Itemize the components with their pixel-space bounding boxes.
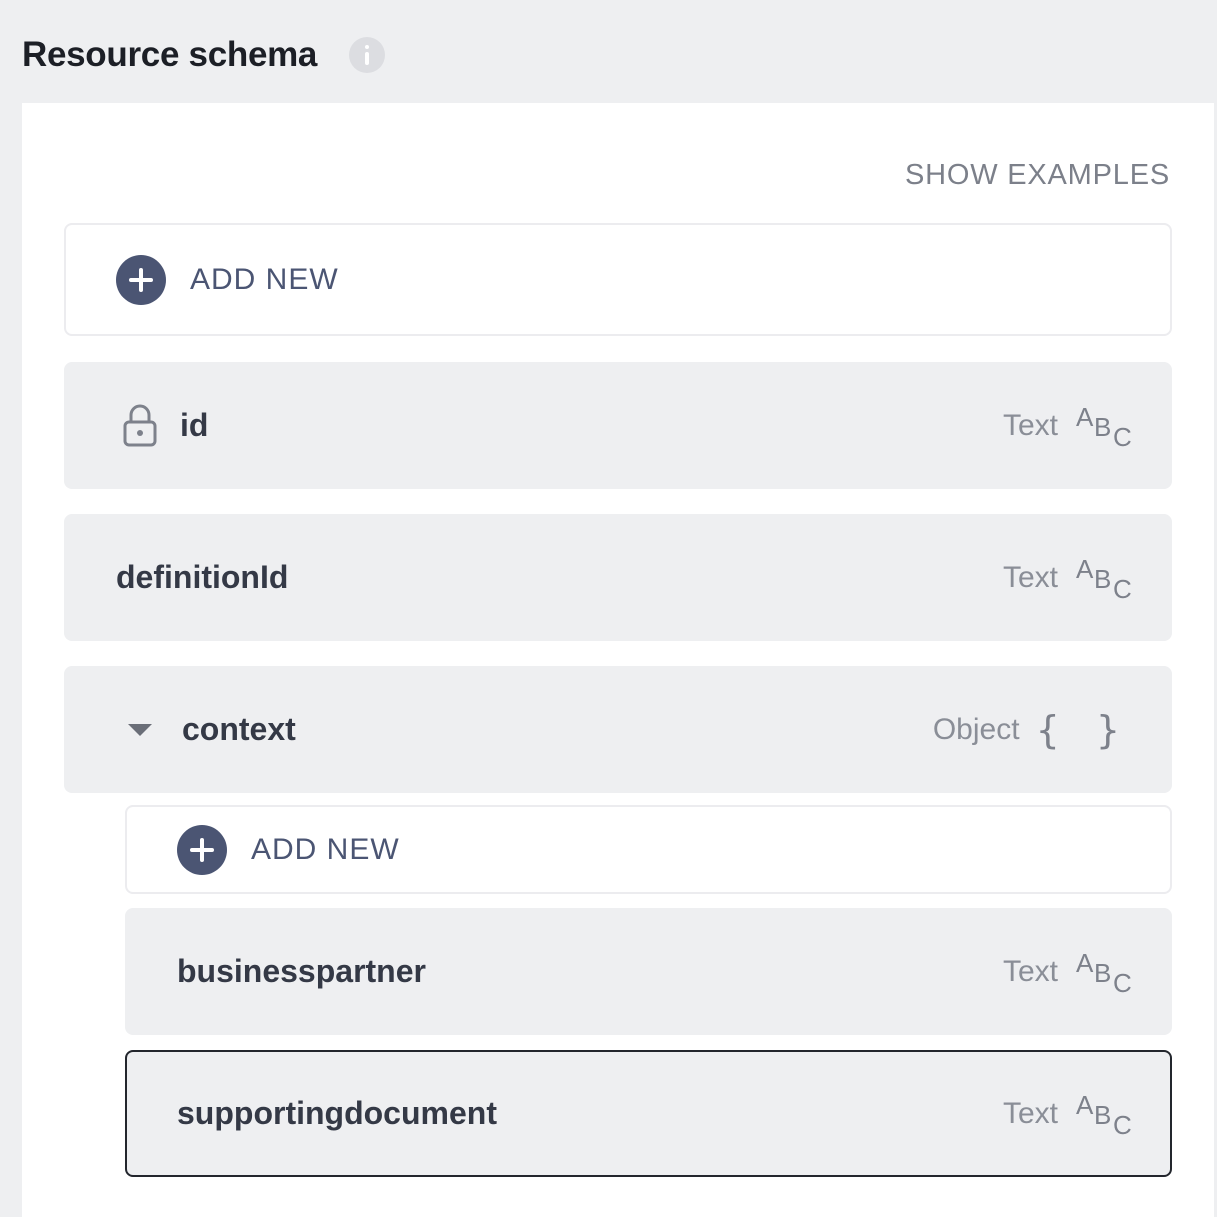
add-new-child-button[interactable]: ADD NEW (125, 805, 1172, 894)
field-type-label: Text (1002, 560, 1058, 594)
abc-icon: ABC (1076, 947, 1132, 998)
field-row-id[interactable]: id Text ABC (64, 362, 1172, 489)
field-row-definitionid[interactable]: definitionId Text ABC (64, 514, 1172, 641)
header: Resource schema (22, 30, 386, 80)
field-type-label: Text (1002, 954, 1058, 988)
plus-circle-icon (116, 254, 166, 305)
abc-icon: ABC (1076, 401, 1132, 452)
field-type: Text ABC (1003, 362, 1132, 489)
field-type: Text ABC (1003, 908, 1132, 1035)
field-row-supportingdocument[interactable]: supportingdocument Text ABC (125, 1050, 1172, 1177)
lock-icon (122, 404, 158, 448)
field-type-label: Text (1002, 1096, 1058, 1130)
abc-icon: ABC (1076, 1089, 1132, 1140)
field-row-context[interactable]: context Object { } (64, 666, 1172, 793)
add-new-button[interactable]: ADD NEW (64, 223, 1172, 336)
field-type-label: Object (932, 712, 1020, 746)
abc-icon: ABC (1076, 553, 1132, 604)
field-row-businesspartner[interactable]: businesspartner Text ABC (125, 908, 1172, 1035)
show-examples-button[interactable]: SHOW EXAMPLES (905, 159, 1170, 192)
info-icon[interactable] (349, 37, 386, 73)
field-type: Text ABC (1003, 514, 1132, 641)
plus-circle-icon (177, 824, 227, 875)
field-name: businesspartner (177, 953, 426, 989)
schema-panel: SHOW EXAMPLES ADD NEW id Text ABC defini… (22, 103, 1214, 1217)
add-new-label: ADD NEW (251, 832, 400, 866)
field-name: definitionId (116, 559, 289, 595)
resource-schema-view: Resource schema SHOW EXAMPLES ADD NEW id… (0, 0, 1217, 1217)
add-new-label: ADD NEW (190, 262, 339, 296)
field-type: Object { } (933, 666, 1132, 793)
field-name: id (180, 407, 209, 443)
brace-icon: { } (1035, 707, 1132, 752)
field-name: context (182, 711, 296, 747)
field-type-label: Text (1002, 408, 1058, 442)
page-title: Resource schema (22, 35, 318, 74)
field-name: supportingdocument (177, 1095, 497, 1131)
field-type: Text ABC (1003, 1052, 1132, 1175)
caret-down-icon[interactable] (128, 723, 152, 736)
